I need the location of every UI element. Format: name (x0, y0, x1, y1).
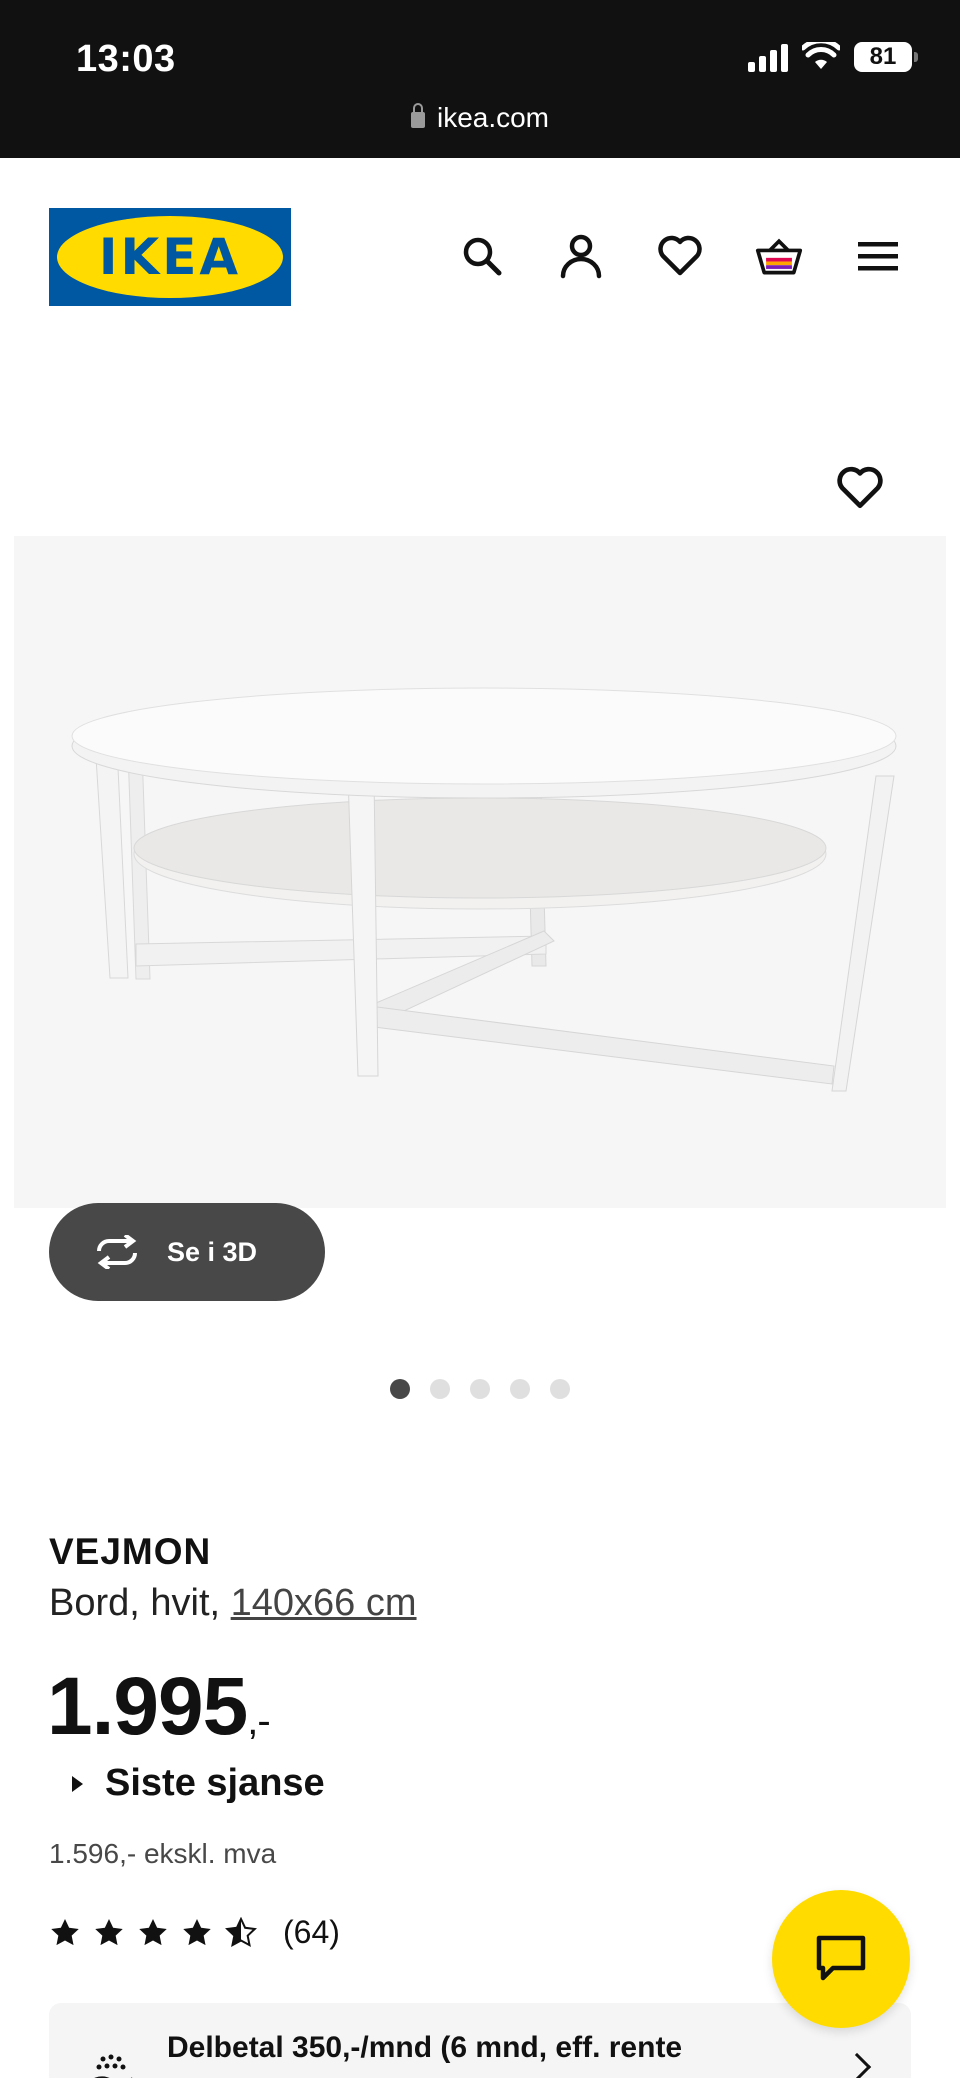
search-icon (463, 237, 502, 276)
battery-level: 81 (869, 43, 897, 70)
product-rating[interactable]: (64) (49, 1914, 340, 1951)
star-icon (51, 1918, 79, 1945)
chat-bubble-icon (816, 1935, 866, 1981)
search-button[interactable] (458, 232, 506, 280)
carousel-dot-2[interactable] (430, 1379, 450, 1399)
carousel-dot-1[interactable] (390, 1379, 410, 1399)
logo-oval: IKEA (57, 216, 283, 298)
status-icons: 81 (748, 42, 918, 72)
battery-indicator: 81 (854, 42, 918, 72)
carousel-dot-5[interactable] (550, 1379, 570, 1399)
heart-icon (658, 235, 702, 276)
add-to-favourites-button[interactable] (836, 466, 888, 518)
half-star-icon (225, 1916, 257, 1947)
basket-button[interactable] (755, 232, 803, 280)
coffee-table-illustration (71, 687, 897, 1092)
product-name: VEJMON (49, 1531, 212, 1572)
last-chance-label: Siste sjanse (105, 1762, 325, 1804)
lock-icon (410, 103, 425, 128)
heart-icon (837, 466, 883, 509)
price-decimal: ,- (247, 1699, 270, 1743)
favourites-button[interactable] (656, 232, 704, 280)
star-icon (95, 1918, 123, 1945)
chevron-right-icon (842, 2052, 872, 2078)
status-time: 13:03 (76, 38, 176, 80)
header-nav (458, 232, 902, 280)
status-bar: 13:03 81 ikea.com (0, 0, 960, 158)
installment-text: Delbetal 350,-/mnd (6 mnd, eff. rente (167, 2031, 683, 2064)
wifi-icon (802, 42, 840, 69)
view-in-3d-button[interactable]: Se i 3D (49, 1203, 325, 1301)
rotate-3d-icon (97, 1235, 137, 1269)
caret-right-icon (72, 1775, 83, 1792)
account-icon (560, 234, 602, 279)
price-ex-vat: 1.596,- ekskl. mva (49, 1838, 277, 1869)
payment-icon (94, 2054, 133, 2078)
url-text: ikea.com (436, 102, 550, 133)
star-icon (183, 1918, 211, 1945)
star-icon (139, 1918, 167, 1945)
chat-button[interactable] (772, 1890, 910, 2028)
carousel-dot-4[interactable] (510, 1379, 530, 1399)
image-carousel-dots (390, 1379, 570, 1399)
rating-count: (64) (283, 1914, 340, 1950)
cellular-signal-icon (748, 42, 788, 72)
site-header: IKEA (0, 158, 960, 308)
address-bar[interactable]: ikea.com (0, 102, 960, 134)
product-type: Bord, hvit, (49, 1582, 221, 1624)
product-description: Bord, hvit, 140x66 cm (49, 1582, 417, 1625)
menu-icon (858, 242, 898, 271)
installment-card[interactable]: Delbetal 350,-/mnd (6 mnd, eff. rente (49, 2003, 911, 2078)
carousel-dot-3[interactable] (470, 1379, 490, 1399)
basket-icon (755, 238, 803, 275)
menu-button[interactable] (854, 232, 902, 280)
product-image[interactable] (14, 536, 946, 1208)
product-size-link[interactable]: 140x66 cm (231, 1582, 417, 1624)
view-in-3d-label: Se i 3D (167, 1236, 258, 1267)
account-button[interactable] (557, 232, 605, 280)
last-chance-toggle[interactable]: Siste sjanse (72, 1762, 325, 1805)
logo-text: IKEA (98, 228, 242, 286)
price-main: 1.995 (47, 1661, 248, 1752)
ikea-logo[interactable]: IKEA (49, 208, 291, 306)
product-price: 1.995,- (47, 1660, 271, 1754)
